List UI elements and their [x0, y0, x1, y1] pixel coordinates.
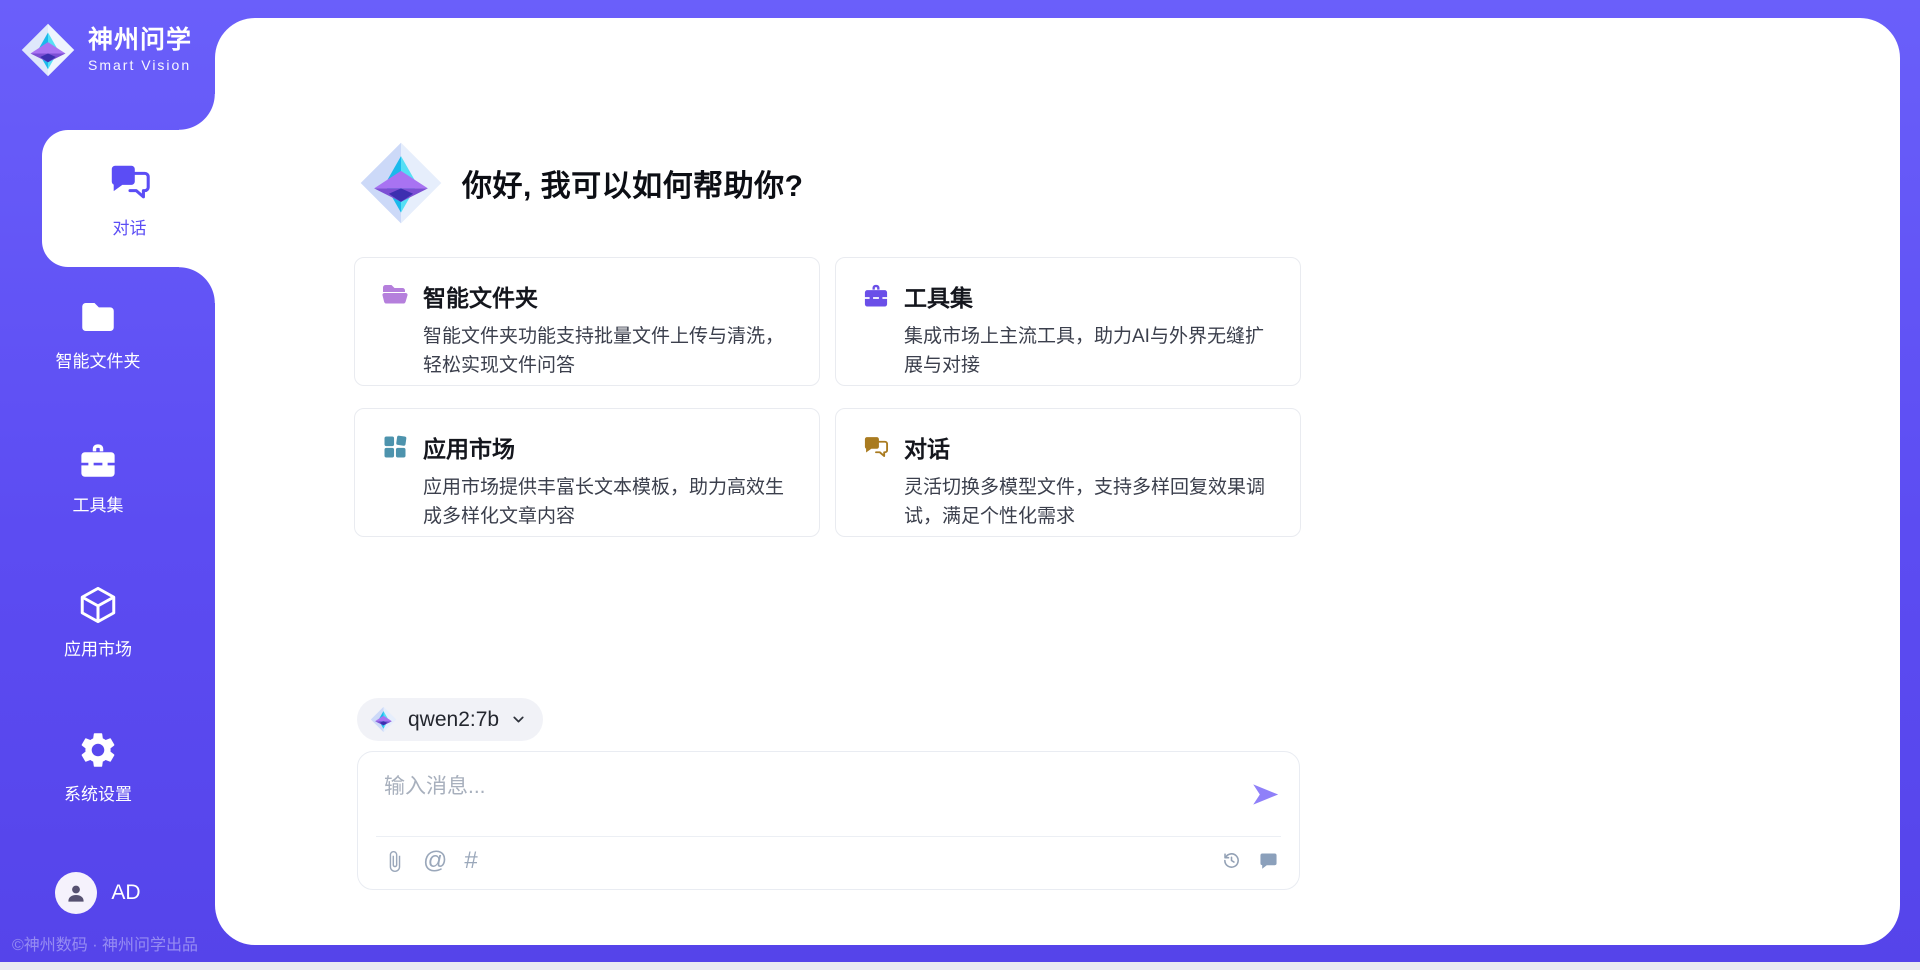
- chevron-down-icon: [510, 711, 527, 728]
- message-input[interactable]: [382, 768, 1236, 826]
- bottom-edge-strip: [0, 962, 1920, 970]
- cube-icon: [77, 584, 119, 626]
- card-description: 灵活切换多模型文件，支持多样回复效果调试，满足个性化需求: [904, 473, 1274, 532]
- card-smart-folder[interactable]: 智能文件夹 智能文件夹功能支持批量文件上传与清洗，轻松实现文件问答: [354, 257, 820, 386]
- card-description: 应用市场提供丰富长文本模板，助力高效生成多样化文章内容: [423, 473, 793, 532]
- card-title: 工具集: [904, 279, 973, 313]
- assistant-logo-icon: [358, 140, 444, 226]
- brand-subtitle: Smart Vision: [88, 57, 192, 73]
- model-logo-icon: [370, 706, 397, 733]
- user-profile[interactable]: AD: [0, 872, 196, 914]
- chat-icon: [107, 159, 153, 205]
- sidebar-item-label: 智能文件夹: [56, 347, 141, 372]
- send-icon[interactable]: [1250, 779, 1281, 810]
- user-name: AD: [111, 881, 140, 905]
- card-title: 智能文件夹: [423, 279, 538, 313]
- toolbox-icon: [77, 440, 119, 482]
- mention-icon[interactable]: @: [423, 848, 447, 874]
- greeting: 你好, 我可以如何帮助你?: [358, 140, 804, 226]
- avatar: [55, 872, 97, 914]
- sidebar-item-label: 应用市场: [64, 635, 132, 660]
- feature-cards: 智能文件夹 智能文件夹功能支持批量文件上传与清洗，轻松实现文件问答 工具集 集成…: [354, 257, 1301, 537]
- brand[interactable]: 神州问学 Smart Vision: [20, 22, 192, 78]
- sidebar-item-label: 工具集: [73, 491, 124, 516]
- sidebar-item-app-market[interactable]: 应用市场: [0, 584, 196, 660]
- greeting-title: 你好, 我可以如何帮助你?: [462, 161, 804, 205]
- tab-connector-top: [179, 94, 215, 130]
- copyright-text: ©神州数码 · 神州问学出品: [12, 931, 198, 955]
- model-selector[interactable]: qwen2:7b: [357, 698, 543, 741]
- app-logo-icon: [20, 22, 76, 78]
- sidebar-item-label: 对话: [113, 214, 147, 239]
- hashtag-icon[interactable]: #: [464, 848, 477, 874]
- sidebar-item-smart-folder[interactable]: 智能文件夹: [0, 296, 196, 372]
- gear-icon: [77, 729, 119, 771]
- card-app-market[interactable]: 应用市场 应用市场提供丰富长文本模板，助力高效生成多样化文章内容: [354, 408, 820, 537]
- card-description: 智能文件夹功能支持批量文件上传与清洗，轻松实现文件问答: [423, 322, 793, 381]
- card-chat[interactable]: 对话 灵活切换多模型文件，支持多样回复效果调试，满足个性化需求: [835, 408, 1301, 537]
- history-icon[interactable]: [1221, 850, 1242, 871]
- chat-icon: [862, 433, 890, 461]
- toolbox-icon: [862, 282, 890, 310]
- composer-divider: [376, 836, 1281, 837]
- folder-open-icon: [381, 282, 409, 310]
- sidebar-item-settings[interactable]: 系统设置: [0, 729, 196, 805]
- card-description: 集成市场上主流工具，助力AI与外界无缝扩展与对接: [904, 322, 1274, 381]
- chat-bubble-icon[interactable]: [1258, 850, 1279, 871]
- sidebar-item-label: 系统设置: [64, 780, 132, 805]
- message-composer: @ #: [357, 751, 1300, 890]
- brand-name: 神州问学: [88, 27, 192, 55]
- card-title: 应用市场: [423, 430, 515, 464]
- card-toolset[interactable]: 工具集 集成市场上主流工具，助力AI与外界无缝扩展与对接: [835, 257, 1301, 386]
- sidebar-item-chat[interactable]: 对话: [42, 130, 217, 267]
- sidebar-item-toolset[interactable]: 工具集: [0, 440, 196, 516]
- card-title: 对话: [904, 430, 950, 464]
- folder-icon: [77, 296, 119, 338]
- app-grid-icon: [381, 433, 409, 461]
- attach-file-icon[interactable]: [383, 848, 406, 874]
- model-name: qwen2:7b: [408, 708, 499, 732]
